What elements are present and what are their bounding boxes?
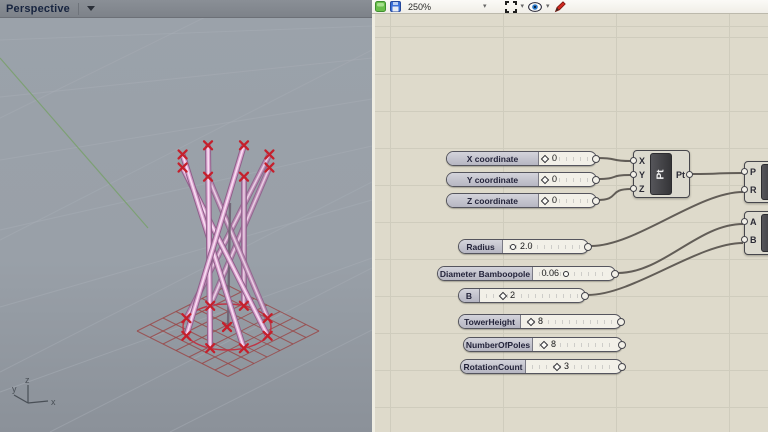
sketch-pen-icon[interactable] [554, 0, 566, 13]
component-core [761, 214, 768, 252]
slider-output-nub[interactable] [592, 197, 600, 205]
slider-label: Y coordinate [447, 173, 539, 186]
slider-rotationcount[interactable]: RotationCount 3 [460, 359, 626, 374]
slider-grip[interactable] [510, 244, 516, 250]
slider-output-nub[interactable] [592, 155, 600, 163]
viewport-titlebar[interactable]: Perspective [0, 0, 372, 18]
slider-output-nub[interactable] [581, 292, 589, 300]
slider-value: 0.06 [541, 268, 559, 278]
slider-radius[interactable]: Radius 2.0 [458, 239, 592, 254]
save-icon[interactable] [390, 1, 401, 12]
input-port-p[interactable]: P [750, 167, 756, 177]
floor-grid-line [0, 18, 205, 119]
triad-x-axis [27, 400, 49, 404]
slider-label: Z coordinate [447, 194, 539, 207]
slider-value: 0 [552, 195, 558, 205]
slider-label: NumberOfPoles [464, 338, 533, 351]
input-port-z[interactable]: Z [639, 184, 645, 194]
floor-grid-line [0, 57, 372, 98]
input-nub-r[interactable] [741, 186, 748, 193]
base-grid-line [201, 317, 294, 364]
canvas-zoom-level[interactable]: 250% [405, 2, 479, 12]
slider-label: X coordinate [447, 152, 539, 165]
slider-output-nub[interactable] [618, 341, 626, 349]
input-port-r[interactable]: R [750, 185, 757, 195]
slider-z-coordinate[interactable]: Z coordinate 0 [446, 193, 600, 208]
input-port-x[interactable]: X [639, 156, 645, 166]
slider-towerheight[interactable]: TowerHeight 8 [458, 314, 625, 329]
input-port-b[interactable]: B [750, 235, 757, 245]
slider-value: 2 [510, 290, 516, 300]
floor-grid-line [0, 25, 372, 41]
slider-output-nub[interactable] [584, 243, 592, 251]
output-nub-pt[interactable] [686, 171, 693, 178]
slider-value: 8 [551, 339, 557, 349]
floor-grid-line [0, 257, 372, 393]
triad-y-axis [13, 394, 29, 404]
app-window: zy x Perspective 250% ▾ ▾ ▾ X coordinate … [0, 0, 768, 432]
viewport-menu-caret-icon[interactable] [86, 6, 95, 11]
input-nub-y[interactable] [630, 171, 637, 178]
slider-x-coordinate[interactable]: X coordinate 0 [446, 151, 600, 166]
slider-value: 0 [552, 153, 558, 163]
slider-value: 2.0 [520, 241, 533, 251]
slider-label: Diameter Bamboopole [438, 267, 533, 280]
slider-output-nub[interactable] [611, 270, 619, 278]
titlebar-separator [77, 2, 79, 15]
base-grid-line [149, 324, 242, 371]
zoom-extents-icon[interactable] [504, 0, 517, 13]
slider-numberofpoles[interactable]: NumberOfPoles 8 [463, 337, 626, 352]
floor-grid-line [0, 181, 372, 373]
grasshopper-toolbar: 250% ▾ ▾ ▾ [372, 0, 768, 14]
domain-component[interactable]: AB [741, 211, 768, 255]
input-nub-x[interactable] [630, 157, 637, 164]
slider-output-nub[interactable] [592, 176, 600, 184]
input-nub-p[interactable] [741, 168, 748, 175]
input-port-y[interactable]: Y [639, 170, 645, 180]
construct-point-component[interactable]: Pt X Y Z Pt [630, 150, 693, 198]
output-port-pt[interactable]: Pt [676, 170, 685, 180]
slider-label: RotationCount [461, 360, 526, 373]
slider-diameter-bamboopole[interactable]: Diameter Bamboopole 0.06 [437, 266, 619, 281]
new-document-icon[interactable] [375, 1, 386, 12]
input-nub-z[interactable] [630, 185, 637, 192]
base-grid-line [136, 330, 229, 377]
slider-b[interactable]: B2 [458, 288, 589, 303]
slider-label: TowerHeight [459, 315, 521, 328]
viewport-3d-scene[interactable]: zy x [0, 18, 372, 432]
base-grid-line [214, 324, 307, 371]
slider-label: Radius [459, 240, 503, 253]
slider-output-nub[interactable] [618, 363, 626, 371]
canvas-edge-highlight [372, 14, 375, 432]
input-port-a[interactable]: A [750, 217, 757, 227]
input-nub-a[interactable] [741, 218, 748, 225]
component-core [761, 164, 768, 200]
floor-grid-line [0, 199, 372, 308]
rhino-viewport[interactable]: zy x Perspective [0, 0, 372, 432]
preview-eye-icon[interactable] [528, 1, 542, 12]
preview-dropdown-chevron-icon[interactable]: ▾ [546, 3, 550, 10]
slider-value: 0 [552, 174, 558, 184]
triad-z-label: z [25, 375, 30, 385]
slider-value: 8 [538, 316, 544, 326]
floor-grid-line [0, 49, 372, 241]
slider-y-coordinate[interactable]: Y coordinate 0 [446, 172, 600, 187]
viewport-title: Perspective [6, 2, 70, 15]
triad-y-label: y [12, 384, 17, 394]
zoom-dropdown-chevron-icon[interactable]: ▾ [483, 3, 487, 10]
slider-output-nub[interactable] [617, 318, 625, 326]
circle-component[interactable]: PR [741, 161, 768, 203]
slider-ticks [532, 365, 616, 369]
input-nub-b[interactable] [741, 236, 748, 243]
triad-x-label: x [51, 397, 56, 407]
slider-grip[interactable] [563, 271, 569, 277]
slider-label: B [459, 289, 480, 302]
zoom-extents-chevron-icon[interactable]: ▾ [521, 3, 525, 10]
component-core: Pt [650, 153, 672, 195]
slider-value: 3 [564, 361, 570, 371]
